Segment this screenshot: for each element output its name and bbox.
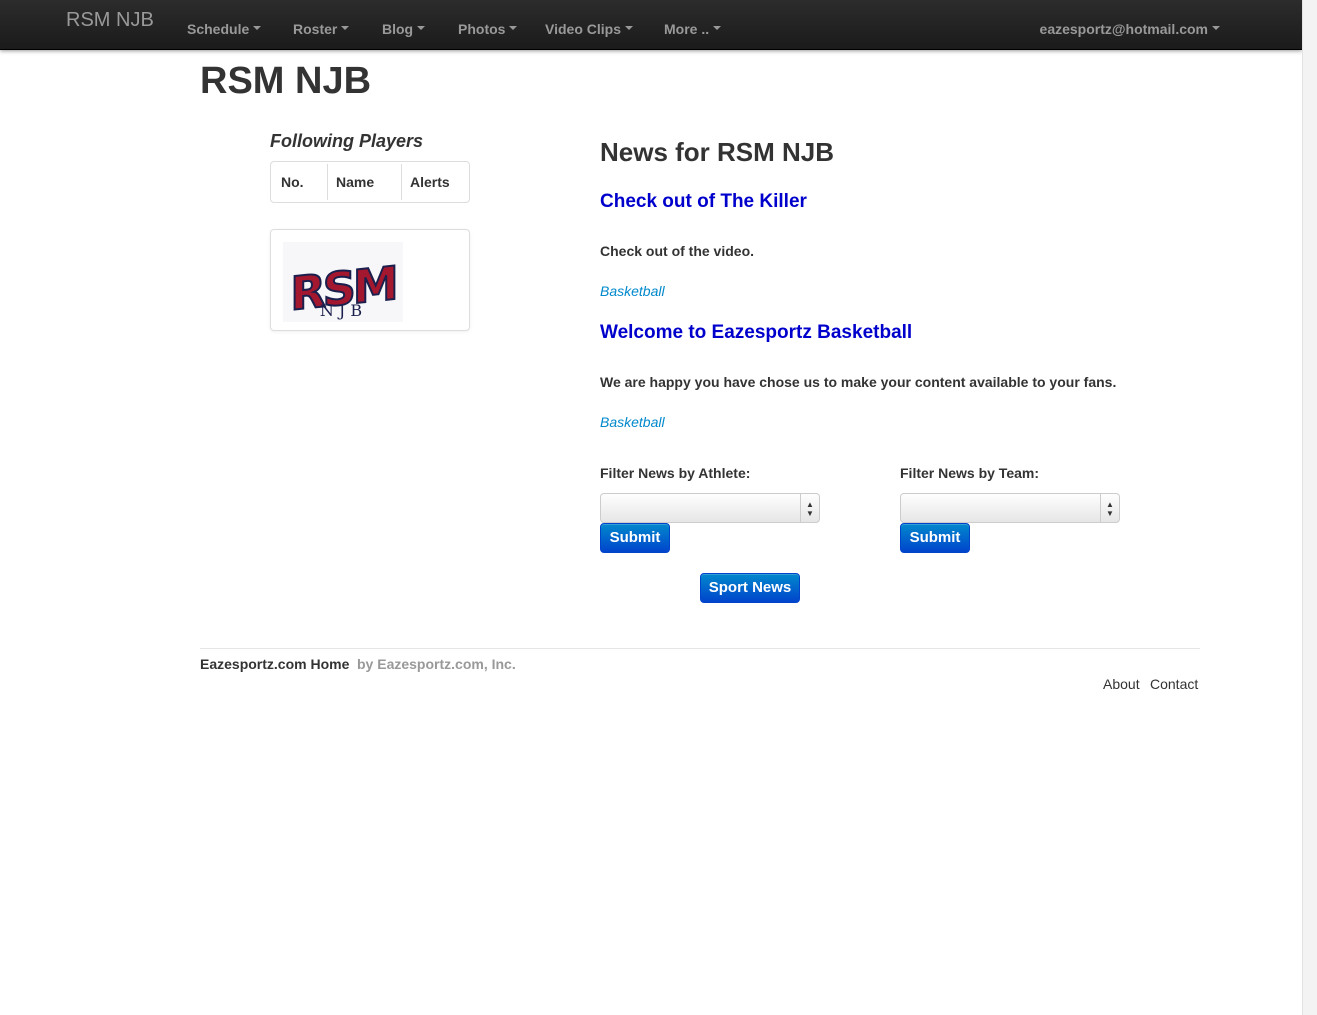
article-body: We are happy you have chose us to make y…: [600, 374, 1117, 390]
nav-schedule-label: Schedule: [187, 21, 250, 37]
filter-athlete-select[interactable]: ▲ ▼: [600, 493, 820, 523]
news-heading: News for RSM NJB: [600, 137, 835, 167]
nav-photos[interactable]: Photos: [458, 21, 518, 37]
navbar-brand[interactable]: RSM NJB: [66, 9, 154, 32]
select-arrows-icon: ▲ ▼: [1100, 494, 1119, 522]
scrollbar[interactable]: [1302, 0, 1317, 1015]
caret-down-icon: [713, 26, 722, 31]
following-players-table: No. Name Alerts: [270, 161, 470, 203]
caret-down-icon: [509, 26, 518, 31]
article-body: Check out of the video.: [600, 243, 755, 259]
sport-news-button[interactable]: Sport News: [700, 573, 800, 603]
footer-home-link[interactable]: Eazesportz.com Home: [200, 656, 349, 672]
column-header-number: No.: [281, 174, 304, 190]
filter-team-label: Filter News by Team:: [900, 465, 1040, 481]
nav-video-clips[interactable]: Video Clips: [545, 21, 633, 37]
team-logo: RSM N J B: [283, 242, 403, 322]
caret-down-icon: [417, 26, 426, 31]
filter-team-select[interactable]: ▲ ▼: [900, 493, 1120, 523]
footer-credit: by Eazesportz.com, Inc.: [357, 656, 516, 672]
nav-blog-label: Blog: [382, 21, 414, 37]
filter-team-submit-button[interactable]: Submit: [900, 523, 970, 553]
logo-subtext: N J B: [320, 301, 362, 320]
following-players-title: Following Players: [270, 131, 424, 151]
article-title-link[interactable]: Welcome to Eazesportz Basketball: [600, 322, 912, 344]
column-header-name: Name: [327, 164, 399, 200]
user-email: eazesportz@hotmail.com: [1039, 21, 1208, 37]
footer-about-link[interactable]: About: [1103, 676, 1140, 692]
nav-blog[interactable]: Blog: [382, 21, 426, 37]
caret-down-icon: [341, 26, 350, 31]
filter-athlete-label: Filter News by Athlete:: [600, 465, 751, 481]
page-title: RSM NJB: [200, 60, 372, 102]
article-tag-link[interactable]: Basketball: [600, 414, 665, 430]
nav-more[interactable]: More ..: [664, 21, 722, 37]
column-header-alerts: Alerts: [401, 164, 467, 200]
nav-roster-label: Roster: [293, 21, 338, 37]
nav-video-clips-label: Video Clips: [545, 21, 621, 37]
article-tag-link[interactable]: Basketball: [600, 283, 665, 299]
footer-divider: [200, 648, 1200, 649]
nav-photos-label: Photos: [458, 21, 506, 37]
filter-athlete-submit-button[interactable]: Submit: [600, 523, 670, 553]
nav-roster[interactable]: Roster: [293, 21, 350, 37]
caret-down-icon: [1212, 26, 1220, 31]
top-navbar: RSM NJB Schedule Roster Blog Photos Vide…: [0, 0, 1302, 50]
footer-contact-link[interactable]: Contact: [1150, 676, 1198, 692]
table-header-row: No. Name Alerts: [273, 164, 467, 200]
nav-schedule[interactable]: Schedule: [187, 21, 262, 37]
caret-down-icon: [624, 26, 633, 31]
user-menu[interactable]: eazesportz@hotmail.com: [1040, 21, 1220, 37]
nav-more-label: More ..: [664, 21, 710, 37]
article-title-link[interactable]: Check out of The Killer: [600, 191, 807, 213]
caret-down-icon: [253, 26, 262, 31]
team-logo-card: RSM N J B: [270, 229, 470, 331]
select-arrows-icon: ▲ ▼: [800, 494, 819, 522]
